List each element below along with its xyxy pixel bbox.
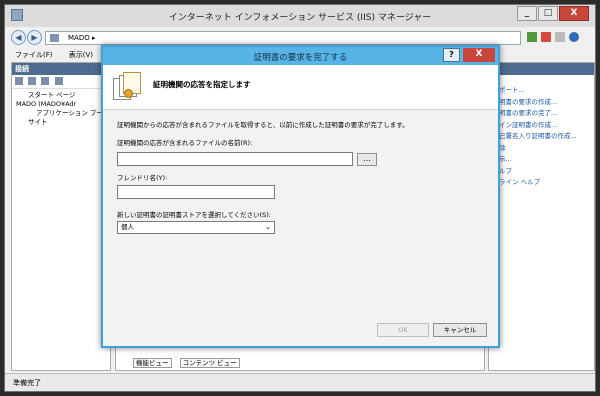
cert-store-select[interactable]: 個人 ⌄ [117, 221, 275, 234]
dialog-heading: 証明機関の応答を指定します [153, 80, 251, 89]
dialog-title-bar: 証明書の要求を完了する ? X [103, 47, 498, 65]
dialog-header: 証明機関の応答を指定します [103, 65, 498, 110]
connections-header: 接続 [12, 63, 110, 75]
tab-features-view[interactable]: 機能ビュー [133, 358, 172, 368]
action-online-help[interactable]: ライン ヘルプ [499, 177, 594, 189]
home-icon[interactable] [555, 32, 565, 42]
friendly-name-label: フレンドリ名(Y): [117, 174, 168, 182]
connect-icon[interactable] [15, 77, 23, 85]
title-bar: インターネット インフォメーション サービス (IIS) マネージャー _ □ … [5, 5, 595, 27]
connect-server-icon[interactable] [54, 77, 63, 85]
action-import[interactable]: ポート... [499, 85, 594, 97]
certificate-icon [113, 72, 141, 104]
action-view[interactable]: 示... [499, 154, 594, 166]
view-tabs: 機能ビュー コンテンツ ビュー [133, 357, 246, 368]
stop-icon[interactable] [541, 32, 551, 42]
action-remove[interactable]: 除 [499, 143, 594, 155]
action-help[interactable]: ルプ [499, 166, 594, 178]
forward-arrow-icon[interactable]: ▶ [27, 30, 42, 45]
connections-toolbar [12, 75, 110, 89]
tree-item-server[interactable]: MADO (MADO¥Adr [16, 100, 110, 109]
action-complete-request[interactable]: 明書の要求の完了... [499, 108, 594, 120]
dialog-help-button[interactable]: ? [443, 48, 460, 62]
connections-tree: スタート ページ MADO (MADO¥Adr アプリケーション プー サイト [12, 89, 110, 127]
actions-header [489, 63, 594, 75]
status-bar: 準備完了 [5, 373, 595, 391]
action-create-domain-cert[interactable]: イン証明書の作成... [499, 120, 594, 132]
address-separator: ▸ [91, 34, 96, 42]
maximize-button[interactable]: □ [538, 6, 558, 21]
back-arrow-icon[interactable]: ◀ [11, 30, 26, 45]
window-title: インターネット インフォメーション サービス (IIS) マネージャー [168, 13, 432, 23]
close-window-button[interactable]: X [559, 6, 589, 21]
ok-button[interactable]: OK [377, 323, 429, 337]
cert-store-value: 個人 [121, 223, 134, 231]
menu-view[interactable]: 表示(V) [69, 51, 93, 59]
complete-certificate-request-dialog: 証明書の要求を完了する ? X 証明機関の応答を指定します 証明機関からの応答が… [101, 45, 500, 348]
action-create-request[interactable]: 明書の要求の作成... [499, 97, 594, 109]
minimize-button[interactable]: _ [517, 6, 537, 21]
file-name-label: 証明機関の応答が含まれるファイルの名前(R): [117, 139, 253, 147]
cert-store-label: 新しい証明書の証明書ストアを選択してください(S): [117, 211, 271, 219]
tree-item-app-pools[interactable]: アプリケーション プー [16, 109, 110, 118]
address-path[interactable]: MADO ▸ [45, 31, 521, 45]
dialog-description: 証明機関からの応答が含まれるファイルを取得すると、以前に作成した証明書の要求が完… [117, 121, 409, 129]
action-create-self-signed[interactable]: 己署名入り証明書の作成... [499, 131, 594, 143]
server-icon [50, 34, 59, 42]
tab-content-view[interactable]: コンテンツ ビュー [179, 358, 240, 368]
browse-button[interactable]: ... [357, 153, 377, 166]
dialog-close-button[interactable]: X [463, 48, 495, 62]
up-icon[interactable] [41, 77, 50, 85]
help-icon[interactable] [569, 32, 579, 42]
chevron-down-icon: ⌄ [265, 223, 271, 231]
address-text: MADO [68, 34, 90, 42]
dialog-title: 証明書の要求を完了する [253, 53, 348, 63]
cancel-button[interactable]: キャンセル [433, 323, 487, 337]
tree-item-sites[interactable]: サイト [16, 118, 110, 127]
friendly-name-input[interactable] [117, 185, 275, 199]
tree-item-start-page[interactable]: スタート ページ [16, 91, 110, 100]
file-name-input[interactable] [117, 152, 353, 166]
menu-file[interactable]: ファイル(F) [15, 51, 53, 59]
save-icon[interactable] [28, 77, 37, 85]
refresh-icon[interactable] [527, 32, 537, 42]
connections-pane: 接続 スタート ページ MADO (MADO¥Adr アプリケーション プー サ… [11, 62, 111, 371]
actions-pane: ポート... 明書の要求の作成... 明書の要求の完了... イン証明書の作成.… [488, 62, 595, 371]
